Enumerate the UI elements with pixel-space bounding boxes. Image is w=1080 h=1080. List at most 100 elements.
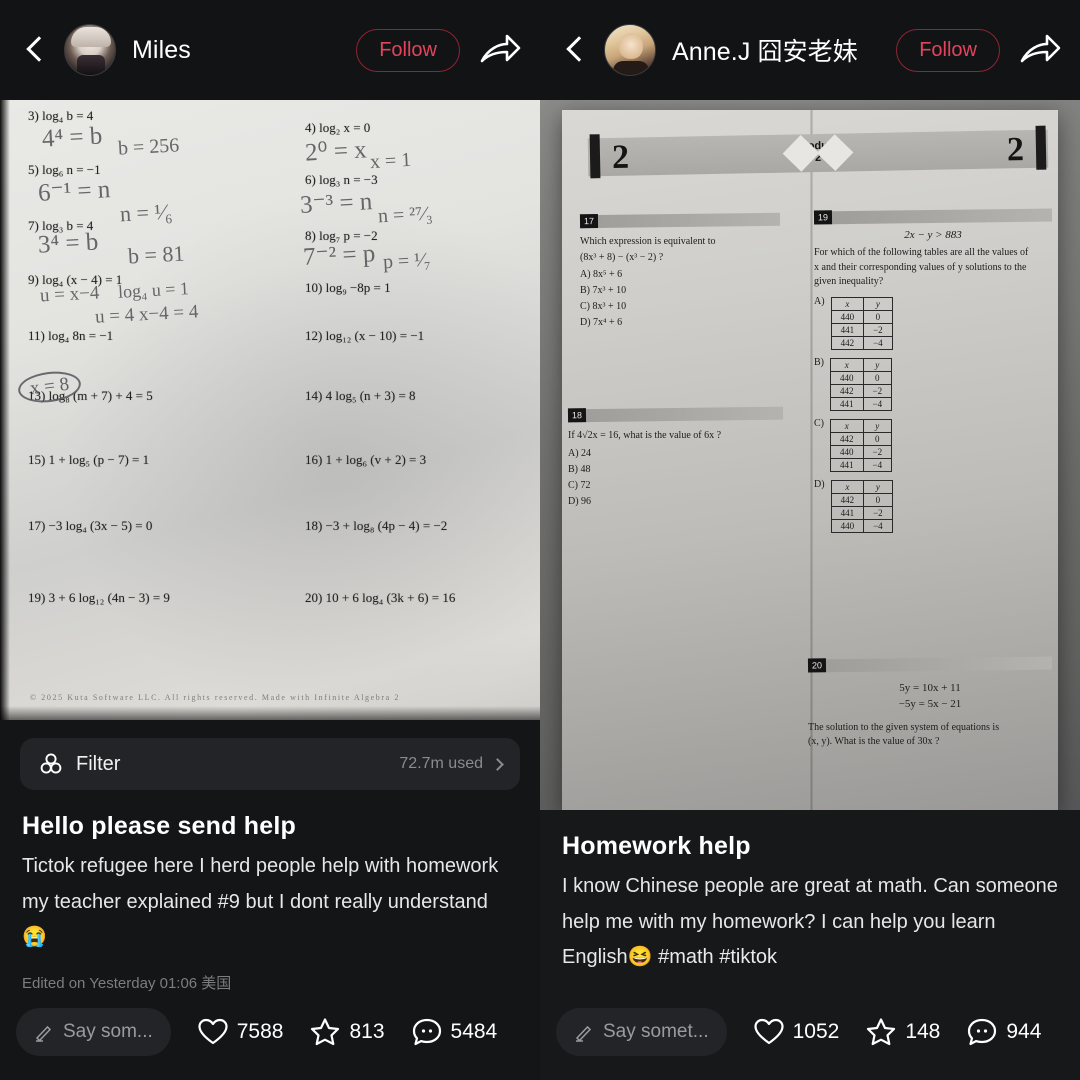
inequality-expression: 2x − y > 883 [904, 229, 962, 241]
question-number: 19 [813, 210, 833, 225]
table-header-cell: y [863, 479, 893, 494]
post-media-right[interactable]: 2 Module 2 2 17 Which expression is equi… [540, 100, 1080, 810]
caption-left: Hello please send help Tictok refugee he… [0, 812, 540, 993]
handwritten-work: p = ¹⁄₇ [382, 248, 432, 274]
share-arrow-icon[interactable] [478, 30, 522, 70]
worksheet-problem: 17) −3 log₄ (3x − 5) = 0 [28, 518, 153, 533]
table-cell: 441 [830, 322, 865, 337]
question-stem-line1: For which of the following tables are al… [814, 247, 1029, 258]
back-chevron-icon[interactable] [558, 33, 592, 67]
table-row: 440 0 [830, 370, 893, 385]
module-banner: 2 Module 2 2 [587, 125, 1049, 179]
post-title: Homework help [562, 832, 751, 860]
handwritten-work: 7⁻² = p [302, 240, 376, 271]
handwritten-work: 3⁴ = b [37, 228, 99, 259]
table-row: 440 0 [830, 309, 893, 324]
answer-option[interactable]: B) x y 440 0 442 −2 441 −4 [814, 357, 1052, 411]
question-17: 17 Which expression is equivalent to (8x… [579, 212, 781, 328]
answer-option[interactable]: A) x y 440 0 441 −2 442 −4 [814, 296, 1052, 350]
handwritten-work: b = 256 [117, 134, 180, 160]
question-number: 18 [567, 408, 587, 423]
choice-a[interactable]: A) 8x⁵ + 6 [580, 269, 780, 280]
like-button[interactable]: 1052 [753, 1016, 839, 1048]
table-cell: −2 [863, 322, 893, 337]
handwritten-work: n = ²⁷⁄₃ [377, 202, 434, 228]
worksheet-problem: 16) 1 + log₆ (v + 2) = 3 [305, 452, 427, 467]
table-row: 441 −2 [830, 322, 893, 337]
booklet-page: 2 Module 2 2 17 Which expression is equi… [562, 110, 1058, 810]
follow-button[interactable]: Follow [356, 28, 460, 72]
choice-d[interactable]: D) 96 [568, 496, 783, 507]
table-header-cell: x [830, 296, 865, 311]
table-cell: −4 [862, 457, 893, 472]
choice-d[interactable]: D) 7x⁴ + 6 [580, 317, 780, 328]
hashtag-tiktok[interactable]: #tiktok [719, 946, 777, 968]
username[interactable]: Miles [132, 36, 191, 65]
table-cell: 442 [830, 492, 865, 507]
back-chevron-icon[interactable] [18, 33, 52, 67]
comment-input[interactable]: Say som... [16, 1008, 171, 1056]
comment-placeholder: Say som... [63, 1021, 153, 1042]
table-cell: 441 [830, 457, 864, 472]
answer-option[interactable]: D) x y 442 0 441 −2 440 −4 [814, 479, 1052, 533]
post-media-left[interactable]: 3) log₄ b = 4 5) log₆ n = −1 7) log₃ b = 4… [0, 100, 540, 720]
choice-b[interactable]: B) 7x³ + 10 [580, 285, 780, 296]
action-bar-right: Say somet... 1052 148 944 [540, 984, 1080, 1080]
worksheet-problem: 19) 3 + 6 log₁₂ (4n − 3) = 9 [28, 590, 170, 605]
pencil-icon [574, 1022, 594, 1042]
module-number-right: 2 [1006, 131, 1025, 169]
question-bar: 20 [807, 656, 1053, 673]
avatar[interactable] [604, 24, 656, 76]
choice-b[interactable]: B) 48 [568, 464, 783, 475]
table-header-cell: x [830, 418, 864, 433]
comment-button[interactable]: 5484 [411, 1016, 497, 1048]
comment-button[interactable]: 944 [966, 1016, 1041, 1048]
answer-option[interactable]: C) x y 442 0 440 −2 441 −4 [814, 418, 1052, 472]
heart-icon [197, 1016, 229, 1048]
table-cell: 442 [830, 431, 864, 446]
worksheet-footer: © 2025 Kuta Software LLC. All rights res… [30, 693, 401, 702]
avatar[interactable] [64, 24, 116, 76]
question-stem-line2: (8x³ + 8) − (x³ − 2) ? [580, 251, 664, 263]
worksheet-problem: 18) −3 + log₈ (4p − 4) = −2 [305, 518, 448, 533]
comment-input[interactable]: Say somet... [556, 1008, 727, 1056]
post-header-left: Miles Follow [0, 0, 540, 100]
desc-line-1: I know Chinese people are great at math.… [562, 875, 971, 897]
question-19-options: A) x y 440 0 441 −2 442 −4 B) x y 440 0 442 −2 441 −4 C) x y… [814, 296, 1052, 533]
table-header-cell: x [830, 357, 864, 372]
favorite-button[interactable]: 148 [865, 1016, 940, 1048]
question-stem-line1: Which expression is equivalent to [580, 236, 716, 247]
crying-emoji: 😭 [22, 926, 47, 949]
filter-used-label: 72.7m used [399, 755, 483, 772]
worksheet-problem: 15) 1 + log₅ (p − 7) = 1 [28, 452, 150, 467]
filter-circles-icon [38, 751, 64, 777]
username[interactable]: Anne.J 囧安老妹 [672, 32, 858, 68]
post-title: Hello please send help [22, 812, 296, 840]
choice-c[interactable]: C) 8x³ + 10 [580, 301, 780, 312]
choice-c[interactable]: C) 72 [568, 480, 783, 491]
favorite-count: 813 [349, 1020, 385, 1043]
desc-line-1: Tictok refugee here I herd people help w… [22, 855, 401, 877]
hashtag-math[interactable]: #math [658, 946, 714, 968]
option-table: x y 440 0 441 −2 442 −4 [830, 296, 893, 350]
worksheet-problem: 12) log₁₂ (x − 10) = −1 [305, 328, 425, 343]
filter-bar[interactable]: Filter 72.7m used [20, 738, 520, 790]
share-arrow-icon[interactable] [1018, 30, 1062, 70]
favorite-button[interactable]: 813 [309, 1016, 385, 1048]
table-cell: 440 [830, 309, 865, 324]
comment-count: 944 [1006, 1020, 1042, 1043]
follow-button[interactable]: Follow [896, 28, 1000, 72]
page-edge-shadow [0, 100, 10, 720]
question-bar: 19 [813, 208, 1053, 225]
question-number: 20 [807, 658, 827, 673]
table-cell: −4 [862, 396, 893, 411]
choice-a[interactable]: A) 24 [568, 448, 783, 459]
like-button[interactable]: 7588 [197, 1016, 283, 1048]
pencil-icon [34, 1022, 54, 1042]
handwritten-work: x = 1 [369, 148, 412, 174]
worksheet-problem: 10) log₉ −8p = 1 [305, 280, 391, 295]
table-row: 441 −4 [830, 396, 893, 411]
table-cell: 442 [830, 335, 865, 350]
handwritten-work: u = x−4 [39, 282, 100, 307]
handwritten-work: u = 4 x−4 = 4 [94, 301, 199, 328]
